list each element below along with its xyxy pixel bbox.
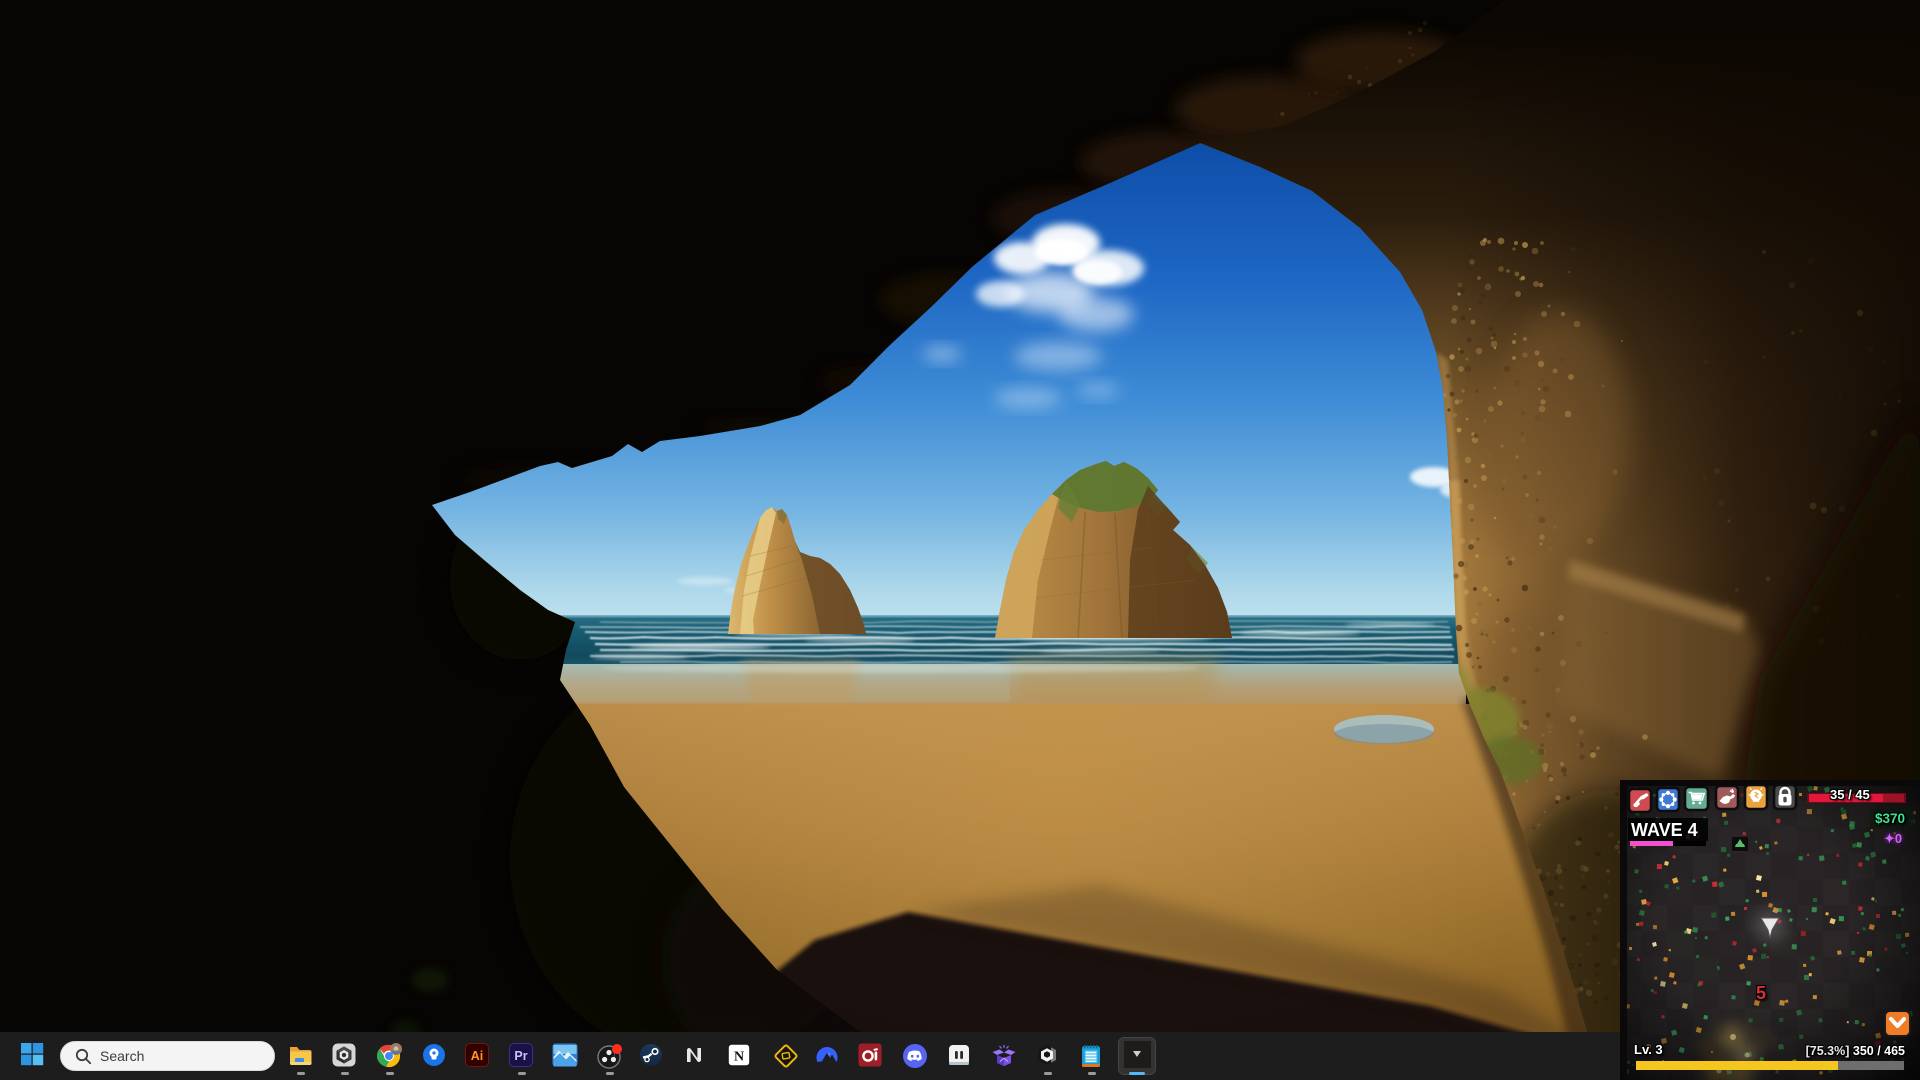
svg-text:Pr: Pr: [514, 1049, 527, 1063]
svg-text:Ai: Ai: [471, 1049, 484, 1063]
svg-text:N: N: [734, 1050, 744, 1065]
